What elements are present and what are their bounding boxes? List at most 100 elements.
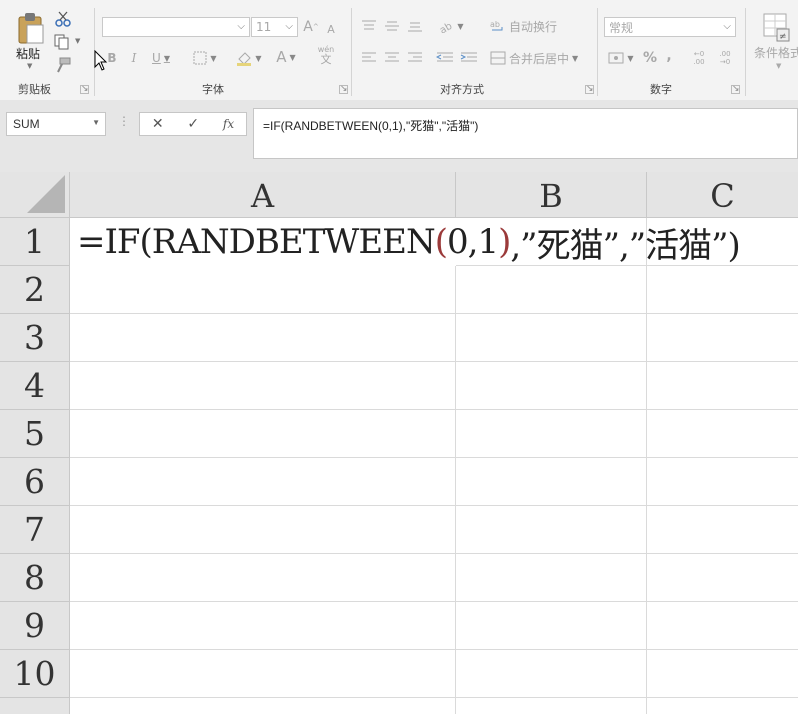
row-header-2[interactable]: 2 bbox=[0, 266, 70, 314]
wrap-text-button[interactable]: ab 自动换行 bbox=[490, 16, 562, 36]
cell-c4[interactable] bbox=[647, 362, 798, 410]
comma-style-button[interactable]: , bbox=[664, 46, 674, 66]
cell-a4[interactable] bbox=[70, 362, 456, 410]
conditional-format-button[interactable]: ≠ 条件格式 ▼ bbox=[752, 10, 798, 74]
cell-a11[interactable] bbox=[70, 698, 456, 714]
increase-decimal-button[interactable]: ←0 .00 bbox=[688, 48, 710, 68]
alignment-dialog-launcher[interactable]: ↘ bbox=[585, 85, 594, 94]
cell-c5[interactable] bbox=[647, 410, 798, 458]
row-header-label: 5 bbox=[24, 414, 45, 453]
chevron-down-icon[interactable]: ⌵ bbox=[723, 21, 731, 32]
select-all-corner[interactable] bbox=[0, 172, 70, 218]
column-header-c[interactable]: C bbox=[647, 172, 798, 218]
increase-indent-icon[interactable] bbox=[460, 51, 478, 65]
orientation-button[interactable]: ab ▼ bbox=[437, 16, 465, 36]
row-header-3[interactable]: 3 bbox=[0, 314, 70, 362]
row-header-4[interactable]: 4 bbox=[0, 362, 70, 410]
copy-dropdown-icon[interactable]: ▼ bbox=[75, 37, 80, 45]
cell-c11[interactable] bbox=[647, 698, 798, 714]
cell-a2[interactable] bbox=[70, 266, 456, 314]
paste-dropdown-icon[interactable]: ▼ bbox=[27, 62, 32, 70]
cell-c3[interactable] bbox=[647, 314, 798, 362]
cell-c8[interactable] bbox=[647, 554, 798, 602]
number-format-combo[interactable]: 常规 ⌵ bbox=[604, 17, 736, 37]
align-left-icon[interactable] bbox=[361, 51, 377, 65]
cell-a10[interactable] bbox=[70, 650, 456, 698]
align-bottom-icon[interactable] bbox=[407, 19, 423, 33]
clipboard-dialog-launcher[interactable]: ↘ bbox=[80, 85, 89, 94]
cancel-icon[interactable]: ✕ bbox=[152, 116, 164, 132]
merge-center-icon bbox=[490, 51, 506, 65]
font-dialog-launcher[interactable]: ↘ bbox=[339, 85, 348, 94]
row-header-label: 10 bbox=[13, 654, 56, 693]
chevron-down-icon[interactable]: ▼ bbox=[92, 118, 100, 127]
shrink-font-button[interactable]: A bbox=[324, 19, 338, 39]
underline-button[interactable]: U ▼ bbox=[148, 48, 174, 68]
cell-a1-editor[interactable]: =IF(RANDBETWEEN(0,1) ,”死猫”,”活猫”) bbox=[72, 218, 798, 266]
formula-bar-splitter[interactable]: ⋮ bbox=[118, 114, 130, 128]
cell-b2[interactable] bbox=[456, 266, 647, 314]
chevron-down-icon[interactable]: ⌵ bbox=[237, 21, 245, 32]
cell-c10[interactable] bbox=[647, 650, 798, 698]
fill-color-button[interactable]: ▼ bbox=[234, 48, 264, 68]
chevron-down-icon[interactable]: ⌵ bbox=[285, 21, 293, 32]
row-header-11[interactable] bbox=[0, 698, 70, 714]
cell-a7[interactable] bbox=[70, 506, 456, 554]
copy-button[interactable]: ▼ bbox=[54, 34, 84, 50]
border-button[interactable]: ▼ bbox=[190, 48, 220, 68]
separator bbox=[745, 8, 746, 96]
cell-c7[interactable] bbox=[647, 506, 798, 554]
decrease-decimal-button[interactable]: .00 →0 bbox=[714, 48, 736, 68]
cell-b3[interactable] bbox=[456, 314, 647, 362]
align-top-icon[interactable] bbox=[361, 19, 377, 33]
row-header-8[interactable]: 8 bbox=[0, 554, 70, 602]
row-header-5[interactable]: 5 bbox=[0, 410, 70, 458]
cell-b4[interactable] bbox=[456, 362, 647, 410]
row-header-6[interactable]: 6 bbox=[0, 458, 70, 506]
cell-b9[interactable] bbox=[456, 602, 647, 650]
row-header-9[interactable]: 9 bbox=[0, 602, 70, 650]
font-name-combo[interactable]: ⌵ bbox=[102, 17, 250, 37]
column-header-b[interactable]: B bbox=[456, 172, 647, 218]
cell-a9[interactable] bbox=[70, 602, 456, 650]
cell-c2[interactable] bbox=[647, 266, 798, 314]
align-right-icon[interactable] bbox=[407, 51, 423, 65]
paste-button[interactable]: 粘贴 ▼ bbox=[10, 8, 50, 70]
cell-c6[interactable] bbox=[647, 458, 798, 506]
cell-a3[interactable] bbox=[70, 314, 456, 362]
accounting-format-button[interactable]: ▼ bbox=[606, 48, 636, 68]
cell-b5[interactable] bbox=[456, 410, 647, 458]
cell-a5[interactable] bbox=[70, 410, 456, 458]
row-header-7[interactable]: 7 bbox=[0, 506, 70, 554]
formula-input[interactable]: =IF(RANDBETWEEN(0,1),"死猫","活猫") bbox=[253, 108, 798, 159]
cell-b6[interactable] bbox=[456, 458, 647, 506]
column-header-a[interactable]: A bbox=[70, 172, 456, 218]
merge-center-button[interactable]: 合并后居中 ▼ bbox=[490, 48, 588, 68]
enter-icon[interactable]: ✓ bbox=[187, 116, 199, 132]
decrease-indent-icon[interactable] bbox=[436, 51, 454, 65]
phonetic-button[interactable]: wén 文 bbox=[310, 46, 342, 66]
name-box[interactable]: SUM ▼ bbox=[6, 112, 106, 136]
cut-icon[interactable] bbox=[54, 10, 72, 28]
cell-c9[interactable] bbox=[647, 602, 798, 650]
row-header-10[interactable]: 10 bbox=[0, 650, 70, 698]
cell-b11[interactable] bbox=[456, 698, 647, 714]
number-dialog-launcher[interactable]: ↘ bbox=[731, 85, 740, 94]
cell-b10[interactable] bbox=[456, 650, 647, 698]
row-header-1[interactable]: 1 bbox=[0, 218, 70, 266]
grow-font-button[interactable]: A ^ bbox=[303, 17, 319, 37]
italic-button[interactable]: I bbox=[127, 48, 141, 68]
font-size-combo[interactable]: 11 ⌵ bbox=[251, 17, 298, 37]
percent-style-button[interactable]: % bbox=[643, 48, 657, 68]
align-middle-icon[interactable] bbox=[384, 19, 400, 33]
cell-a6[interactable] bbox=[70, 458, 456, 506]
insert-function-icon[interactable]: fx bbox=[223, 117, 234, 131]
cell-b8[interactable] bbox=[456, 554, 647, 602]
format-painter-icon[interactable] bbox=[54, 56, 72, 74]
cell-a8[interactable] bbox=[70, 554, 456, 602]
row-header-label: 2 bbox=[24, 270, 45, 309]
cell-b7[interactable] bbox=[456, 506, 647, 554]
align-center-icon[interactable] bbox=[384, 51, 400, 65]
font-color-button[interactable]: A ▼ bbox=[272, 47, 300, 67]
conditional-format-dropdown-icon[interactable]: ▼ bbox=[776, 62, 781, 70]
